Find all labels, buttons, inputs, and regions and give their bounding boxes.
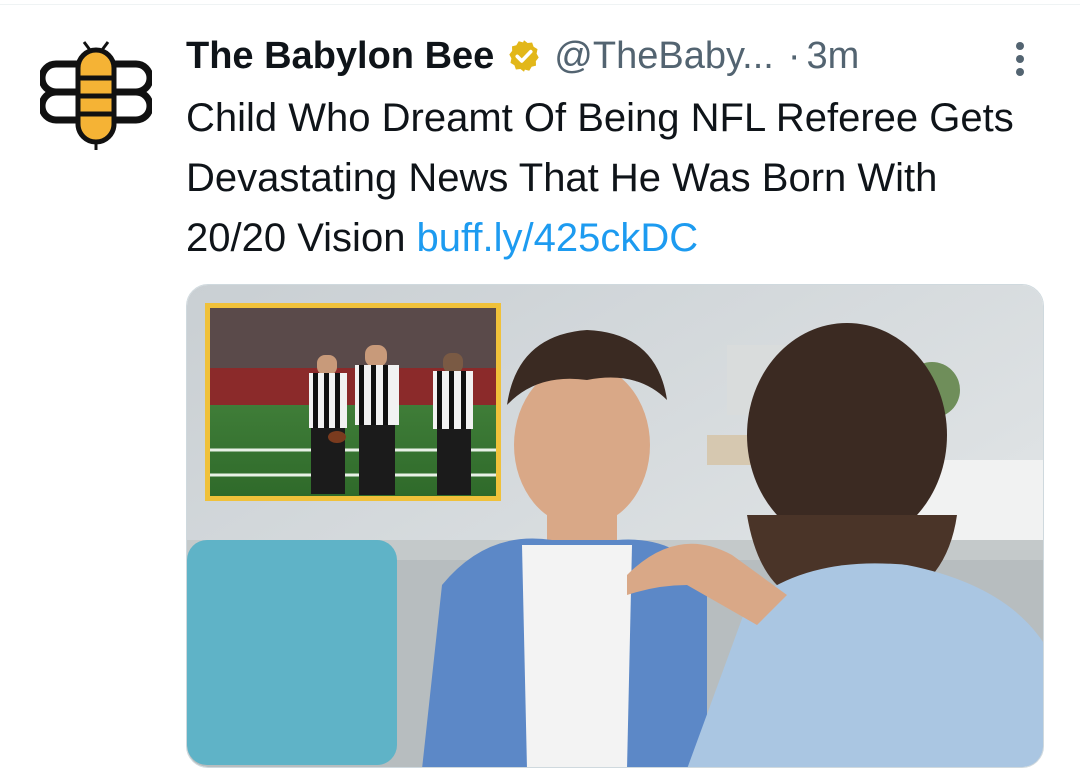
author-display-name[interactable]: The Babylon Bee <box>186 35 494 78</box>
tweet-header: The Babylon Bee @TheBaby... · 3m <box>186 30 1046 82</box>
media-photo <box>187 285 1043 767</box>
author-handle[interactable]: @TheBaby... <box>554 35 774 78</box>
tweet-link[interactable]: buff.ly/425ckDC <box>417 216 699 260</box>
separator-dot: · <box>787 34 801 77</box>
tweet-text: Child Who Dreamt Of Being NFL Referee Ge… <box>186 88 1046 268</box>
bee-logo-icon <box>38 41 154 150</box>
avatar[interactable] <box>38 40 154 152</box>
verified-badge-icon[interactable] <box>506 38 542 74</box>
tweet-media-image[interactable] <box>186 284 1044 768</box>
tweet-timestamp[interactable]: 3m <box>806 35 859 78</box>
top-divider <box>0 4 1080 5</box>
more-vertical-icon[interactable] <box>1008 40 1032 80</box>
